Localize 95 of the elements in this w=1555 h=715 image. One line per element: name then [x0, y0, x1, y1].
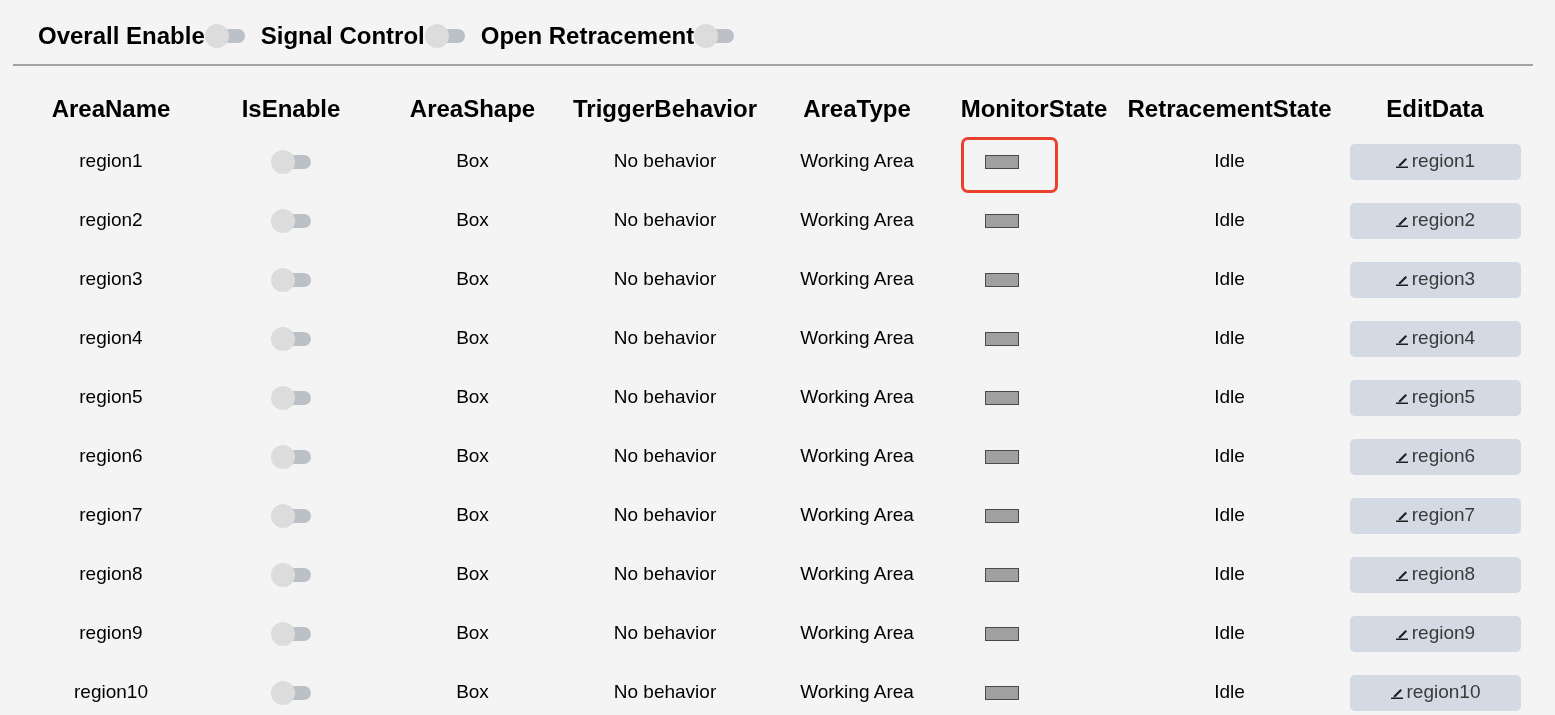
table-cell-text: Idle	[1214, 267, 1245, 292]
table-cell-text: No behavior	[613, 503, 717, 528]
table-cell-text: Box	[456, 562, 489, 587]
table-cell-text: Idle	[1214, 680, 1245, 705]
table-cell-text: Working Area	[800, 503, 914, 528]
table-cell-text: Working Area	[800, 385, 914, 410]
table-cell-text: No behavior	[613, 267, 717, 292]
column-header: AreaShape	[409, 94, 536, 124]
table-cell-text: Idle	[1214, 562, 1245, 587]
table-cell-text: region3	[79, 267, 143, 292]
table-cell-text: region4	[79, 326, 143, 351]
pencil-icon	[1389, 686, 1404, 699]
table-cell-text: Box	[456, 503, 489, 528]
switch-label: Signal Control	[260, 21, 425, 51]
column-header: IsEnable	[241, 94, 341, 124]
toggle-switch[interactable]	[271, 680, 311, 705]
table-cell-text: No behavior	[613, 149, 717, 174]
edit-button[interactable]: region10	[1349, 674, 1521, 711]
table-cell-text: No behavior	[613, 208, 717, 233]
pencil-icon	[1394, 568, 1409, 581]
table-cell-text: Idle	[1214, 149, 1245, 174]
column-header: EditData	[1386, 94, 1484, 124]
pencil-icon	[1394, 391, 1409, 404]
table-cell-text: Working Area	[800, 208, 914, 233]
table-cell-text: Box	[456, 385, 489, 410]
table-cell-text: region2	[79, 208, 143, 233]
pencil-icon	[1394, 155, 1409, 168]
table-cell-text: Working Area	[800, 444, 914, 469]
toggle-switch[interactable]	[271, 208, 311, 233]
table-cell-text: Working Area	[800, 680, 914, 705]
table-cell-text: Idle	[1214, 326, 1245, 351]
column-header: TriggerBehavior	[572, 94, 758, 124]
edit-button[interactable]: region4	[1349, 320, 1521, 357]
table-cell-text: region1	[79, 149, 143, 174]
table-cell-text: Working Area	[800, 621, 914, 646]
table-cell-text: Box	[456, 326, 489, 351]
table-cell-text: Idle	[1214, 208, 1245, 233]
table-cell-text: Box	[456, 208, 489, 233]
toggle-switch[interactable]	[271, 621, 311, 646]
edit-button[interactable]: region7	[1349, 497, 1521, 534]
table-cell-text: Working Area	[800, 149, 914, 174]
toggle-switch[interactable]	[271, 149, 311, 174]
table-cell-text: No behavior	[613, 680, 717, 705]
toggle-switch[interactable]	[271, 562, 311, 587]
table-cell-text: No behavior	[613, 621, 717, 646]
edit-button[interactable]: region8	[1349, 556, 1521, 593]
pencil-icon	[1394, 214, 1409, 227]
table-cell-text: Box	[456, 680, 489, 705]
table-cell-text: Working Area	[800, 562, 914, 587]
column-header: MonitorState	[960, 94, 1108, 124]
table-cell-text: Box	[456, 267, 489, 292]
toggle-switch[interactable]	[271, 326, 311, 351]
table-cell-text: Idle	[1214, 444, 1245, 469]
column-header: RetracementState	[1127, 94, 1332, 124]
edit-button[interactable]: region3	[1349, 261, 1521, 298]
table-cell-text: Box	[456, 621, 489, 646]
toggle-switch[interactable]	[271, 503, 311, 528]
switch-label: Overall Enable	[38, 21, 205, 51]
edit-button[interactable]: region1	[1349, 143, 1521, 180]
toggle-switch[interactable]	[271, 444, 311, 469]
column-header: AreaName	[51, 94, 171, 124]
toggle-switch[interactable]	[271, 385, 311, 410]
pencil-icon	[1394, 509, 1409, 522]
pencil-icon	[1394, 273, 1409, 286]
edit-button[interactable]: region6	[1349, 438, 1521, 475]
edit-button[interactable]: region5	[1349, 379, 1521, 416]
table-cell-text: No behavior	[613, 444, 717, 469]
table-cell-text: Idle	[1214, 621, 1245, 646]
table-cell-text: Working Area	[800, 267, 914, 292]
table-cell-text: region6	[79, 444, 143, 469]
table-cell-text: No behavior	[613, 385, 717, 410]
column-header: AreaType	[803, 94, 911, 124]
table-cell-text: Working Area	[800, 326, 914, 351]
table-cell-text: region10	[74, 680, 148, 705]
pencil-icon	[1394, 332, 1409, 345]
table-cell-text: Idle	[1214, 503, 1245, 528]
table-cell-text: region5	[79, 385, 143, 410]
pencil-icon	[1394, 450, 1409, 463]
table-cell-text: No behavior	[613, 562, 717, 587]
table-cell-text: No behavior	[613, 326, 717, 351]
switch-label: Open Retracement	[480, 21, 695, 51]
edit-button[interactable]: region2	[1349, 202, 1521, 239]
table-cell-text: region7	[79, 503, 143, 528]
table-cell-text: Box	[456, 149, 489, 174]
toggle-switch[interactable]	[694, 24, 735, 48]
pencil-icon	[1394, 627, 1409, 640]
toggle-switch[interactable]	[424, 24, 465, 48]
status-indicator-icon	[985, 154, 1019, 169]
toggle-switch[interactable]	[271, 267, 311, 292]
table-cell-text: Box	[456, 444, 489, 469]
table-cell-text: region9	[79, 621, 143, 646]
toggle-switch[interactable]	[204, 24, 245, 48]
table-cell-text: Idle	[1214, 385, 1245, 410]
table-cell-text: region8	[79, 562, 143, 587]
edit-button[interactable]: region9	[1349, 615, 1521, 652]
